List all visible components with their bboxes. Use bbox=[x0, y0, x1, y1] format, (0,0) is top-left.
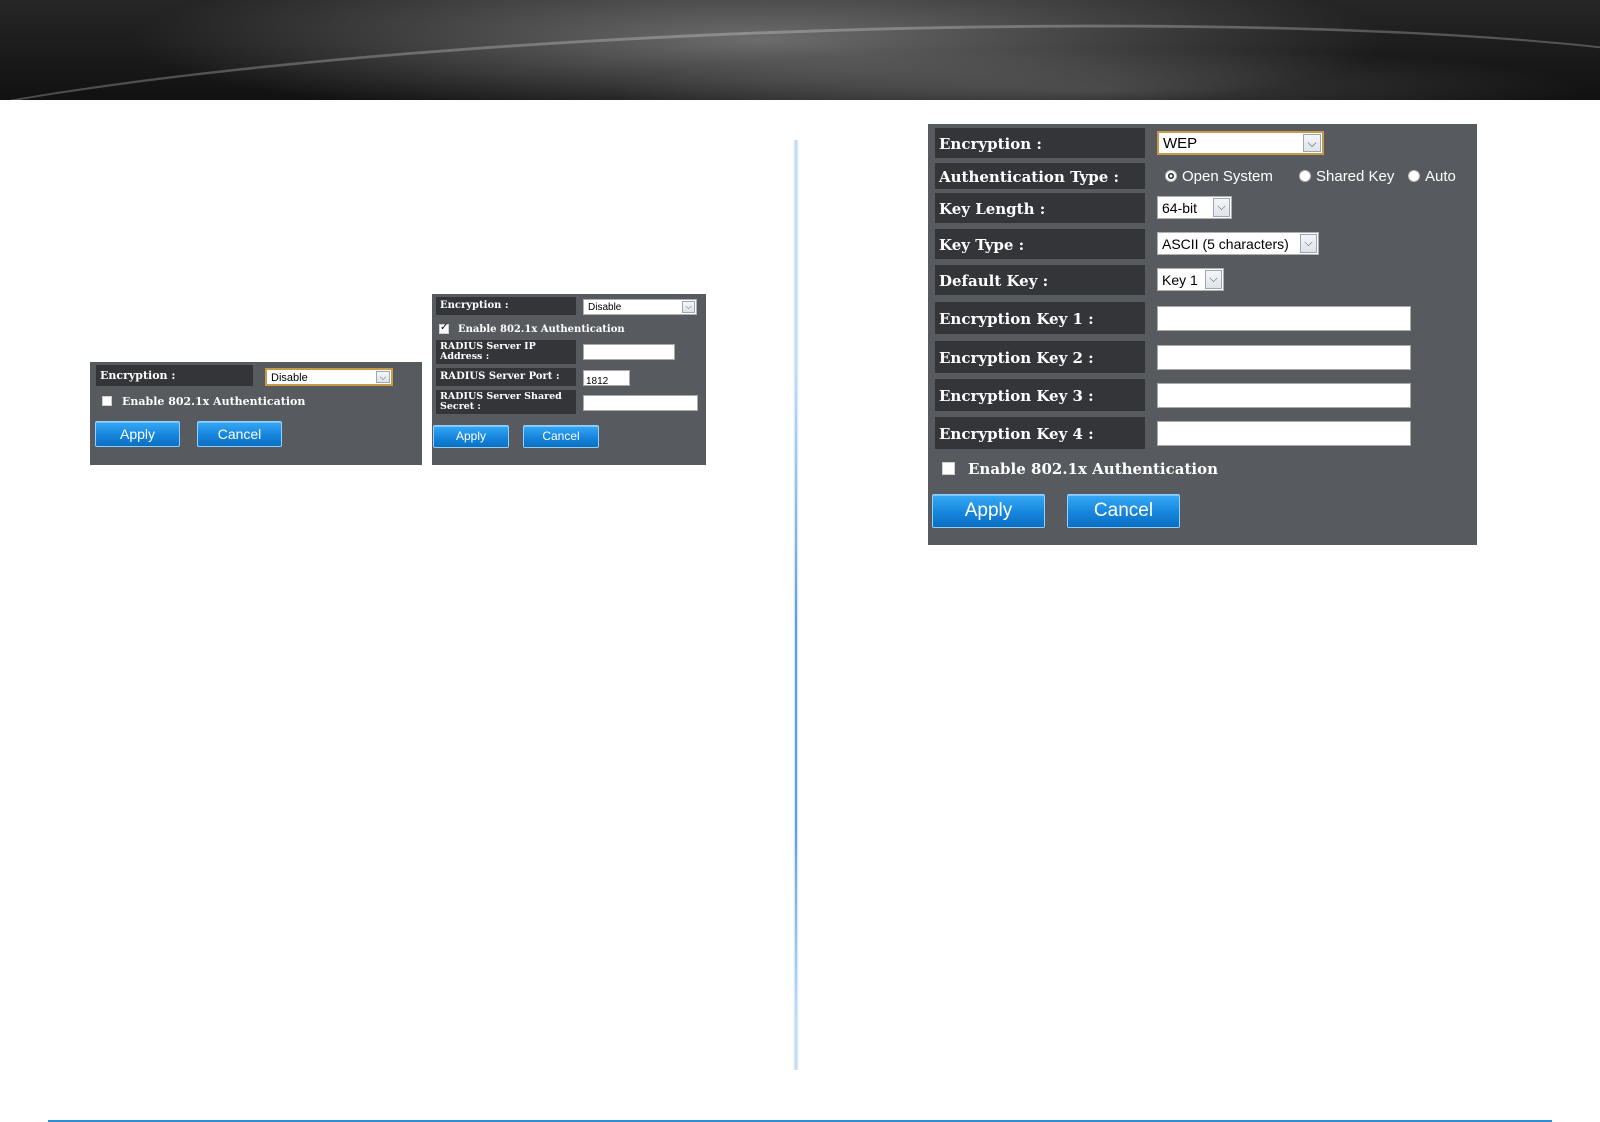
chevron-down-icon[interactable]: ⌵ bbox=[1213, 198, 1230, 217]
encryption-select[interactable]: WEP ⌵ bbox=[1157, 131, 1324, 155]
auth-option-shared-key: Shared Key bbox=[1316, 168, 1395, 185]
encryption-label: Encryption : bbox=[96, 365, 253, 386]
key-length-label: Key Length : bbox=[935, 193, 1145, 223]
key-length-label-text: Key Length : bbox=[939, 200, 1046, 218]
encryption-key-1-label: Encryption Key 1 : bbox=[935, 302, 1145, 334]
default-key-label: Default Key : bbox=[935, 265, 1145, 295]
encryption-label-text: Encryption : bbox=[440, 300, 509, 311]
apply-button[interactable]: Apply bbox=[433, 425, 509, 448]
encryption-key-4-label-text: Encryption Key 4 : bbox=[939, 425, 1094, 443]
panel-encryption-disabled: Encryption : Disable ⌵ Enable 802.1x Aut… bbox=[90, 362, 422, 465]
auth-radio-auto[interactable] bbox=[1408, 170, 1420, 182]
cancel-button[interactable]: Cancel bbox=[197, 421, 282, 447]
default-key-label-text: Default Key : bbox=[939, 272, 1049, 290]
encryption-key-2-field[interactable] bbox=[1158, 346, 1410, 369]
enable-8021x-checkbox[interactable] bbox=[102, 396, 112, 406]
default-key-select[interactable]: Key 1 ⌵ bbox=[1157, 268, 1224, 291]
radius-ip-field[interactable] bbox=[584, 348, 674, 363]
encryption-label-text: Encryption : bbox=[100, 369, 176, 382]
encryption-key-3-input[interactable] bbox=[1157, 383, 1411, 408]
radius-secret-field[interactable] bbox=[584, 399, 697, 414]
encryption-key-3-label: Encryption Key 3 : bbox=[935, 379, 1145, 411]
radius-secret-label: RADIUS Server Shared Secret : bbox=[436, 390, 576, 414]
encryption-label: Encryption : bbox=[935, 128, 1145, 158]
chevron-down-icon[interactable]: ⌵ bbox=[376, 371, 390, 383]
enable-8021x-checkbox[interactable] bbox=[942, 462, 955, 475]
chevron-down-icon[interactable]: ⌵ bbox=[1300, 234, 1317, 253]
apply-button[interactable]: Apply bbox=[95, 421, 180, 447]
key-type-label: Key Type : bbox=[935, 229, 1145, 259]
auth-radio-shared-key[interactable] bbox=[1299, 170, 1311, 182]
key-length-select-value: 64-bit bbox=[1162, 200, 1198, 216]
encryption-label: Encryption : bbox=[436, 297, 576, 315]
encryption-label-text: Encryption : bbox=[939, 135, 1042, 153]
auth-radio-open-system[interactable] bbox=[1165, 170, 1177, 182]
encryption-key-1-label-text: Encryption Key 1 : bbox=[939, 310, 1094, 328]
chevron-down-icon[interactable]: ⌵ bbox=[682, 301, 695, 313]
encryption-key-1-input[interactable] bbox=[1157, 306, 1411, 331]
encryption-select[interactable]: Disable ⌵ bbox=[583, 299, 697, 315]
encryption-select-value: WEP bbox=[1163, 135, 1198, 152]
check-icon: ✓ bbox=[440, 322, 449, 333]
header-banner bbox=[0, 0, 1600, 100]
enable-8021x-checkbox[interactable]: ✓ bbox=[439, 322, 449, 334]
enable-8021x-label: Enable 802.1x Authentication bbox=[122, 395, 306, 408]
encryption-select[interactable]: Disable ⌵ bbox=[265, 368, 393, 386]
radius-ip-label-text: RADIUS Server IP Address : bbox=[440, 341, 536, 362]
key-type-label-text: Key Type : bbox=[939, 236, 1025, 254]
radius-ip-input[interactable] bbox=[583, 344, 675, 363]
encryption-key-2-label: Encryption Key 2 : bbox=[935, 341, 1145, 373]
chevron-down-icon[interactable]: ⌵ bbox=[1303, 134, 1321, 152]
auth-type-label: Authentication Type : bbox=[935, 163, 1145, 189]
page-divider bbox=[793, 140, 799, 1070]
panel-radius: Encryption : Disable ⌵ ✓ Enable 802.1x A… bbox=[432, 294, 706, 465]
radius-secret-label-text: RADIUS Server Shared Secret : bbox=[440, 391, 562, 412]
cancel-button[interactable]: Cancel bbox=[1067, 494, 1180, 528]
default-key-select-value: Key 1 bbox=[1162, 272, 1198, 288]
key-type-select[interactable]: ASCII (5 characters) ⌵ bbox=[1157, 232, 1319, 255]
radius-ip-label: RADIUS Server IP Address : bbox=[436, 340, 576, 364]
key-length-select[interactable]: 64-bit ⌵ bbox=[1157, 196, 1232, 219]
encryption-key-4-field[interactable] bbox=[1158, 422, 1410, 445]
auth-option-open-system: Open System bbox=[1182, 168, 1273, 185]
header-swoosh bbox=[0, 0, 1600, 100]
radius-port-field[interactable] bbox=[584, 374, 629, 389]
radius-port-label-text: RADIUS Server Port : bbox=[440, 371, 560, 382]
enable-8021x-label: Enable 802.1x Authentication bbox=[968, 460, 1218, 478]
radius-secret-input[interactable] bbox=[583, 395, 698, 414]
encryption-key-2-label-text: Encryption Key 2 : bbox=[939, 349, 1094, 367]
auth-option-auto: Auto bbox=[1425, 168, 1456, 185]
encryption-key-1-field[interactable] bbox=[1158, 307, 1410, 330]
auth-type-label-text: Authentication Type : bbox=[939, 168, 1120, 186]
encryption-key-4-input[interactable] bbox=[1157, 421, 1411, 446]
enable-8021x-label: Enable 802.1x Authentication bbox=[458, 324, 625, 335]
encryption-key-3-field[interactable] bbox=[1158, 384, 1410, 407]
cancel-button[interactable]: Cancel bbox=[523, 425, 599, 448]
radius-port-input[interactable] bbox=[583, 370, 630, 389]
encryption-key-3-label-text: Encryption Key 3 : bbox=[939, 387, 1094, 405]
key-type-select-value: ASCII (5 characters) bbox=[1162, 236, 1289, 252]
chevron-down-icon[interactable]: ⌵ bbox=[1205, 270, 1222, 289]
radius-port-label: RADIUS Server Port : bbox=[436, 368, 576, 386]
encryption-key-4-label: Encryption Key 4 : bbox=[935, 417, 1145, 449]
panel-wep: Encryption : WEP ⌵ Authentication Type :… bbox=[928, 124, 1477, 545]
encryption-key-2-input[interactable] bbox=[1157, 345, 1411, 370]
encryption-select-value: Disable bbox=[588, 302, 622, 313]
encryption-select-value: Disable bbox=[271, 372, 308, 384]
apply-button[interactable]: Apply bbox=[932, 494, 1045, 528]
